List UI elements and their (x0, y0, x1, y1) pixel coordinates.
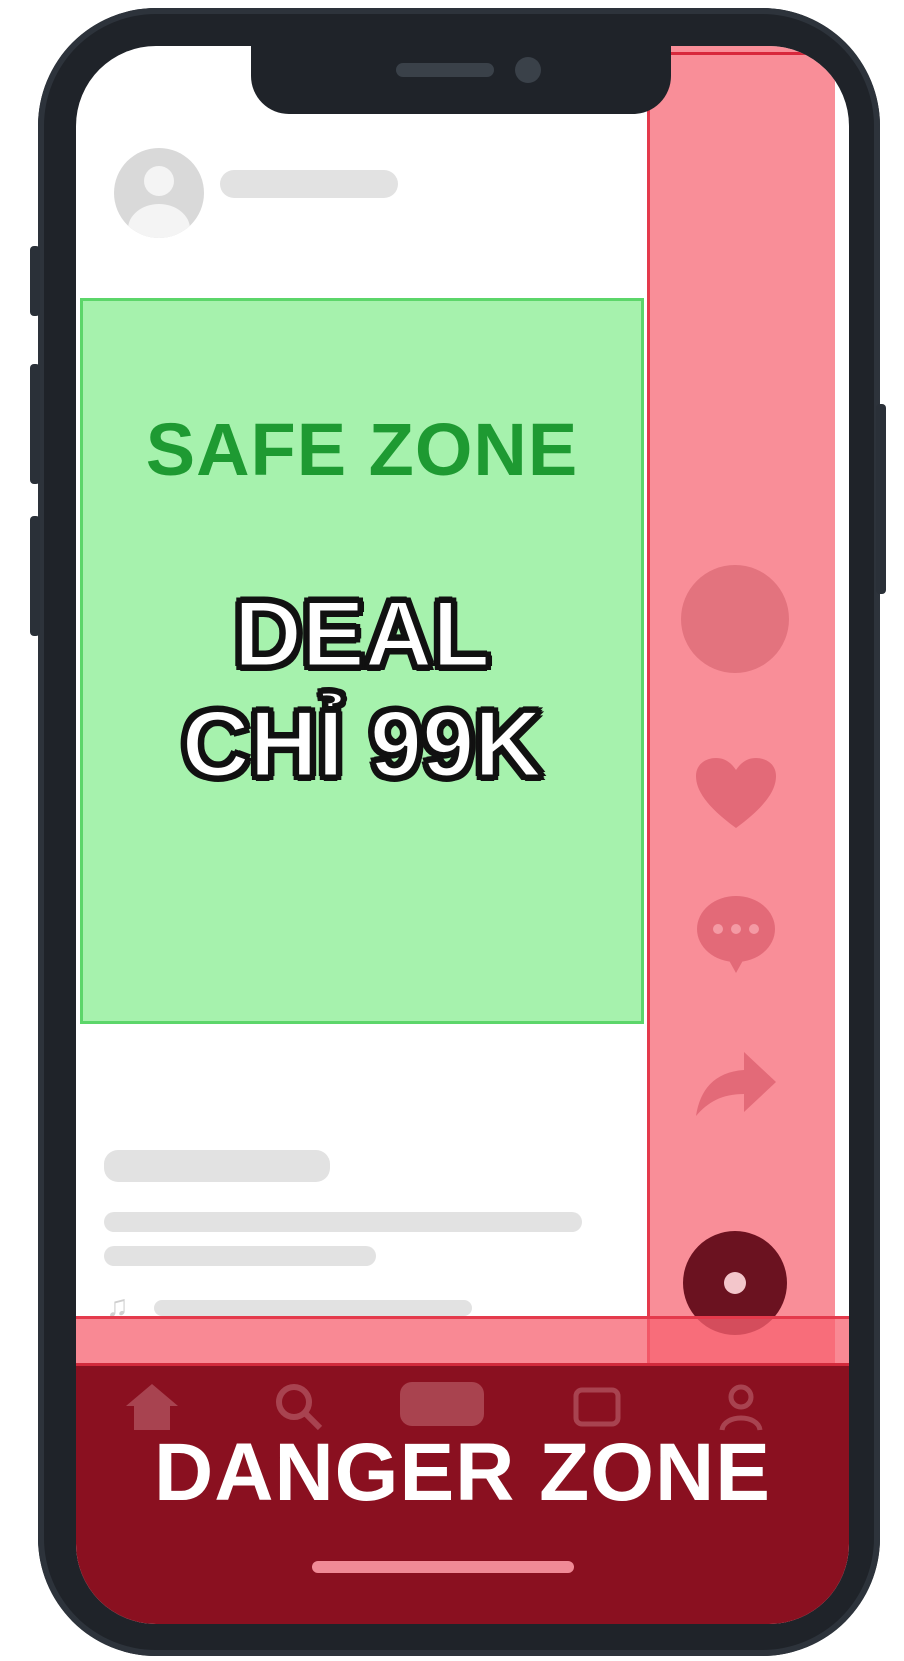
promo-text: DEAL CHỈ 99K (83, 579, 641, 799)
creator-avatar-circle (681, 565, 789, 673)
avatar-body (128, 204, 190, 238)
comment-bubble-shape (697, 896, 775, 973)
profile-icon[interactable] (716, 1382, 766, 1432)
danger-border-line (650, 52, 835, 55)
home-indicator[interactable] (312, 1561, 574, 1573)
home-icon[interactable] (124, 1382, 180, 1432)
caption-line-placeholder (104, 1212, 582, 1232)
promo-line-2: CHỈ 99K (180, 690, 543, 798)
avatar-head (144, 166, 174, 196)
inbox-icon[interactable] (572, 1382, 622, 1432)
username-placeholder (220, 170, 398, 198)
notch (251, 46, 671, 114)
bottom-danger-zone: DANGER ZONE (76, 1316, 849, 1624)
creator-avatar-icon[interactable] (680, 564, 790, 674)
phone-screen: SAFE ZONE DEAL CHỈ 99K ♫ DANGER ZONE (76, 46, 849, 1624)
danger-zone-label: DANGER ZONE (154, 1427, 771, 1518)
safe-zone: SAFE ZONE DEAL CHỈ 99K (80, 298, 644, 1024)
speaker-grille (396, 63, 494, 77)
music-disc-center (724, 1272, 746, 1294)
post-avatar (114, 148, 204, 238)
safe-zone-label: SAFE ZONE (145, 408, 579, 491)
create-icon[interactable] (400, 1382, 484, 1426)
caption-line-placeholder (104, 1246, 376, 1266)
danger-overlap-band (76, 1316, 849, 1366)
share-arrow-shape (696, 1052, 776, 1116)
volume-down-button (30, 516, 40, 636)
heart-shape (696, 758, 776, 828)
nav-bar-area: DANGER ZONE (76, 1366, 849, 1624)
caption-title-placeholder (104, 1150, 330, 1182)
share-icon[interactable] (688, 1036, 784, 1132)
music-track-placeholder (154, 1300, 472, 1316)
volume-up-button (30, 364, 40, 484)
search-icon[interactable] (274, 1382, 324, 1432)
action-button (30, 246, 40, 316)
comment-icon[interactable] (688, 886, 784, 982)
power-button (876, 404, 886, 594)
heart-icon[interactable] (688, 746, 784, 842)
promo-line-1: DEAL (233, 580, 492, 688)
front-camera (515, 57, 541, 83)
